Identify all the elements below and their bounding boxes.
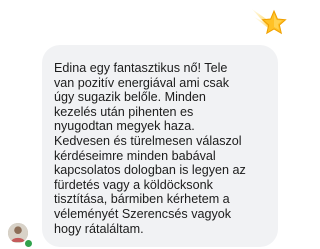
message-text: Edina egy fantasztikus nő! Tele van pozi… — [54, 61, 246, 236]
online-status-indicator — [24, 239, 33, 248]
message-bubble: Edina egy fantasztikus nő! Tele van pozi… — [42, 45, 278, 247]
shooting-star-icon[interactable] — [250, 5, 288, 37]
